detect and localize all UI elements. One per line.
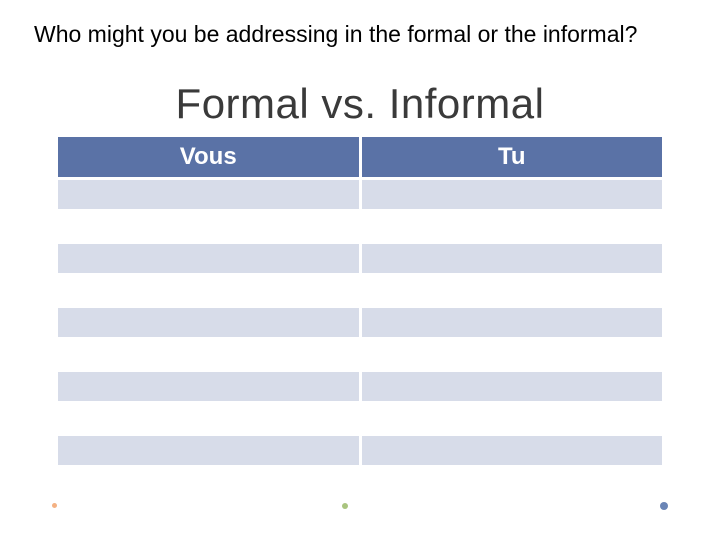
prompt-text: Who might you be addressing in the forma… [34,20,670,50]
cell [58,308,359,337]
cell [362,276,663,305]
table-row [58,372,662,401]
cell [58,244,359,273]
cell [58,404,359,433]
cell [362,436,663,465]
dot-icon [52,503,57,508]
cell [362,308,663,337]
comparison-table: Vous Tu [55,134,665,468]
cell [58,436,359,465]
slide: Who might you be addressing in the forma… [0,0,720,540]
table-row [58,436,662,465]
table-row [58,244,662,273]
col-header-informal: Tu [362,137,663,177]
cell [58,276,359,305]
table-row [58,212,662,241]
cell [362,340,663,369]
dot-icon [660,502,668,510]
col-header-formal: Vous [58,137,359,177]
table-row [58,180,662,209]
cell [58,212,359,241]
cell [362,180,663,209]
table-row [58,404,662,433]
cell [362,244,663,273]
cell [58,340,359,369]
table: Vous Tu [55,134,665,468]
cell [362,372,663,401]
cell [58,180,359,209]
table-row [58,276,662,305]
decorative-dots [52,500,668,512]
slide-title: Formal vs. Informal [0,80,720,128]
table-row [58,308,662,337]
table-row [58,340,662,369]
cell [58,372,359,401]
cell [362,404,663,433]
cell [362,212,663,241]
table-header-row: Vous Tu [58,137,662,177]
dot-icon [342,503,348,509]
